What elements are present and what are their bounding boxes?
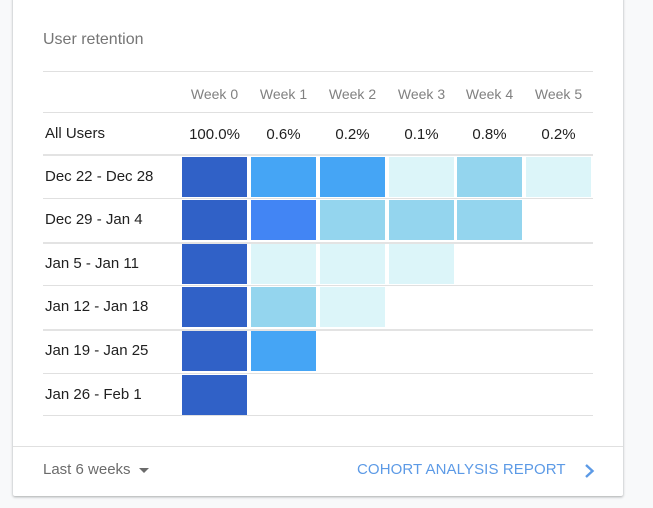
divider <box>43 329 593 331</box>
retention-cell[interactable] <box>457 200 522 240</box>
column-header: Week 4 <box>465 86 514 102</box>
retention-cell[interactable] <box>182 287 247 327</box>
retention-cell[interactable] <box>457 157 522 197</box>
retention-cell[interactable] <box>320 244 385 284</box>
column-header: Week 1 <box>259 86 308 102</box>
caret-down-icon <box>138 467 149 473</box>
retention-cell[interactable] <box>251 157 316 197</box>
retention-cell[interactable] <box>251 331 316 371</box>
card-title: User retention <box>43 31 144 48</box>
all-users-value: 0.1% <box>404 126 439 143</box>
divider <box>43 154 593 156</box>
cohort-row-label: Jan 12 - Jan 18 <box>45 298 149 315</box>
retention-cell[interactable] <box>182 331 247 371</box>
retention-cell[interactable] <box>182 157 247 197</box>
retention-cell[interactable] <box>526 157 591 197</box>
retention-cell[interactable] <box>320 287 385 327</box>
retention-cell[interactable] <box>320 200 385 240</box>
all-users-value: 0.2% <box>541 126 576 143</box>
retention-cell[interactable] <box>182 375 247 415</box>
retention-cell[interactable] <box>182 200 247 240</box>
divider <box>43 373 593 374</box>
retention-cell[interactable] <box>251 200 316 240</box>
divider <box>43 242 593 244</box>
all-users-value: 100.0% <box>189 126 240 143</box>
footer-divider <box>13 446 623 447</box>
retention-cell[interactable] <box>251 244 316 284</box>
divider <box>43 71 593 72</box>
cohort-row-label: Dec 29 - Jan 4 <box>45 211 143 228</box>
user-retention-card <box>13 0 623 496</box>
retention-cell[interactable] <box>251 287 316 327</box>
retention-cell[interactable] <box>182 244 247 284</box>
divider <box>43 198 593 199</box>
cohort-row-label: Jan 5 - Jan 11 <box>45 255 139 272</box>
divider <box>43 112 593 113</box>
retention-cell[interactable] <box>389 244 454 284</box>
divider <box>43 285 593 286</box>
cohort-analysis-report-link[interactable]: COHORT ANALYSIS REPORT <box>357 461 566 478</box>
divider <box>43 415 593 416</box>
column-header: Week 2 <box>328 86 377 102</box>
column-header: Week 0 <box>190 86 239 102</box>
all-users-value: 0.8% <box>472 126 507 143</box>
cohort-row-label: Dec 22 - Dec 28 <box>45 168 154 185</box>
retention-cell[interactable] <box>389 200 454 240</box>
chevron-right-icon[interactable] <box>583 462 597 480</box>
cohort-row-label: Jan 19 - Jan 25 <box>45 342 149 359</box>
date-range-dropdown[interactable]: Last 6 weeks <box>43 461 149 478</box>
cohort-row-label: Jan 26 - Feb 1 <box>45 386 142 403</box>
all-users-label: All Users <box>45 125 106 142</box>
all-users-value: 0.2% <box>335 126 370 143</box>
column-header: Week 5 <box>534 86 583 102</box>
date-range-label: Last 6 weeks <box>43 461 131 478</box>
all-users-value: 0.6% <box>266 126 301 143</box>
retention-cell[interactable] <box>389 157 454 197</box>
column-header: Week 3 <box>397 86 446 102</box>
retention-cell[interactable] <box>320 157 385 197</box>
